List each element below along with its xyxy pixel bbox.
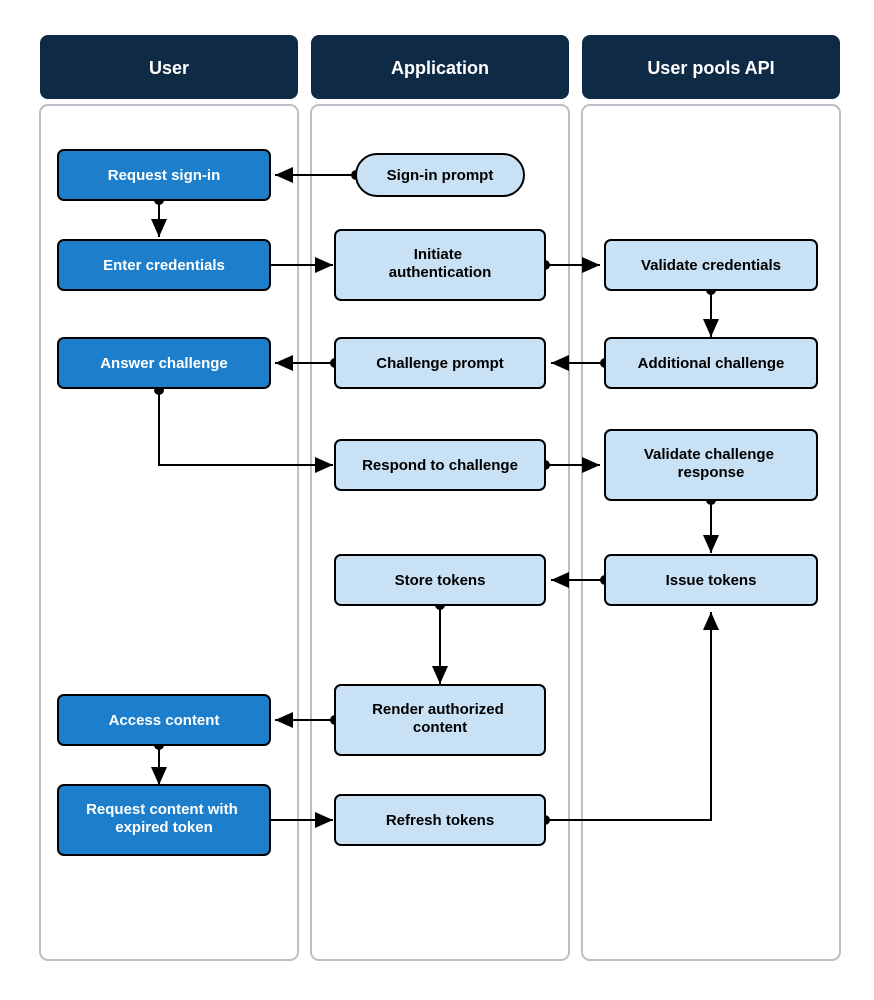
- node-respond-to-challenge-label: Respond to challenge: [362, 457, 518, 474]
- node-request-sign-in: Request sign-in: [58, 150, 270, 200]
- node-render-authorized-content-label-2: content: [413, 719, 467, 736]
- node-request-content-expired-token-label-2: expired token: [115, 819, 213, 836]
- node-request-content-expired-token: Request content with expired token: [58, 785, 270, 855]
- node-sign-in-prompt-label: Sign-in prompt: [387, 167, 494, 184]
- node-enter-credentials-label: Enter credentials: [103, 257, 225, 274]
- node-initiate-authentication: Initiate authentication: [335, 230, 545, 300]
- node-enter-credentials: Enter credentials: [58, 240, 270, 290]
- node-validate-credentials-label: Validate credentials: [641, 257, 781, 274]
- node-additional-challenge: Additional challenge: [605, 338, 817, 388]
- lane-api-header: User pools API: [647, 58, 774, 78]
- node-validate-challenge-response: Validate challenge response: [605, 430, 817, 500]
- node-refresh-tokens: Refresh tokens: [335, 795, 545, 845]
- lane-application-header: Application: [391, 58, 489, 78]
- node-issue-tokens-label: Issue tokens: [666, 572, 757, 589]
- node-challenge-prompt: Challenge prompt: [335, 338, 545, 388]
- node-initiate-authentication-label-2: authentication: [389, 264, 492, 281]
- node-initiate-authentication-label-1: Initiate: [414, 246, 462, 263]
- flowchart: User Application User pools API: [0, 0, 874, 1000]
- node-access-content: Access content: [58, 695, 270, 745]
- node-access-content-label: Access content: [109, 712, 220, 729]
- node-validate-challenge-response-label-2: response: [678, 464, 745, 481]
- node-request-content-expired-token-label-1: Request content with: [86, 801, 238, 818]
- node-respond-to-challenge: Respond to challenge: [335, 440, 545, 490]
- node-store-tokens-label: Store tokens: [395, 572, 486, 589]
- node-refresh-tokens-label: Refresh tokens: [386, 812, 494, 829]
- node-render-authorized-content-label-1: Render authorized: [372, 701, 504, 718]
- node-render-authorized-content: Render authorized content: [335, 685, 545, 755]
- node-answer-challenge: Answer challenge: [58, 338, 270, 388]
- node-validate-challenge-response-label-1: Validate challenge: [644, 446, 774, 463]
- node-challenge-prompt-label: Challenge prompt: [376, 355, 504, 372]
- lane-user-header: User: [149, 58, 189, 78]
- node-store-tokens: Store tokens: [335, 555, 545, 605]
- node-additional-challenge-label: Additional challenge: [638, 355, 785, 372]
- node-request-sign-in-label: Request sign-in: [108, 167, 221, 184]
- node-answer-challenge-label: Answer challenge: [100, 355, 228, 372]
- node-sign-in-prompt: Sign-in prompt: [356, 154, 524, 196]
- node-issue-tokens: Issue tokens: [605, 555, 817, 605]
- node-validate-credentials: Validate credentials: [605, 240, 817, 290]
